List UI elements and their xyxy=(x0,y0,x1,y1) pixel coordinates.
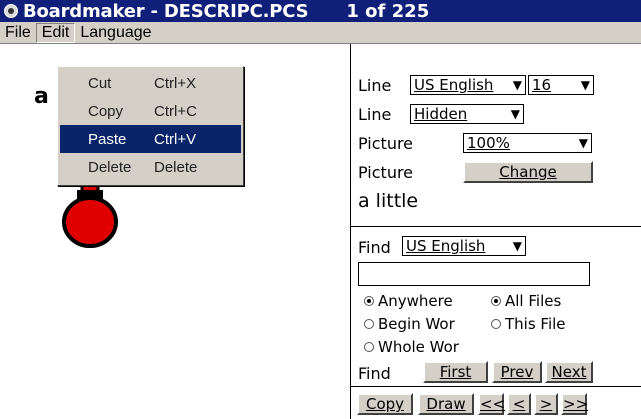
menu-item-copy[interactable]: Copy Ctrl+C xyxy=(60,97,241,125)
language-select[interactable]: US English ▼ xyxy=(410,75,526,95)
panel-divider xyxy=(350,44,351,419)
draw-button[interactable]: Draw xyxy=(418,393,474,415)
chevron-down-icon: ▼ xyxy=(580,78,590,92)
find-prev-button[interactable]: Prev xyxy=(492,361,542,383)
change-picture-button[interactable]: Change xyxy=(463,161,593,183)
symbol-caption: a little xyxy=(358,190,419,212)
radio-unselected-icon xyxy=(491,319,501,329)
menu-item-delete[interactable]: Delete Delete xyxy=(60,153,241,181)
panel-divider xyxy=(350,386,641,387)
app-icon[interactable] xyxy=(4,4,18,18)
symbol-letter: a xyxy=(34,84,49,109)
zoom-select[interactable]: 100% ▼ xyxy=(463,133,592,153)
window-title: Boardmaker - DESCRIPC.PCS xyxy=(23,0,309,22)
chevron-down-icon: ▼ xyxy=(512,239,522,253)
page-counter: 1 of 225 xyxy=(346,0,430,22)
radio-unselected-icon xyxy=(364,342,374,352)
line-style-label: Line xyxy=(358,105,392,124)
radio-selected-icon xyxy=(491,296,501,306)
radio-selected-icon xyxy=(364,296,374,306)
find-nav-label: Find xyxy=(358,364,391,383)
menu-edit[interactable]: Edit xyxy=(35,22,76,43)
title-bar: Boardmaker - DESCRIPC.PCS 1 of 225 xyxy=(0,0,641,22)
line-style-select[interactable]: Hidden ▼ xyxy=(410,104,524,124)
next-page-button[interactable]: > xyxy=(534,393,558,415)
radio-whole-word[interactable]: Whole Wor xyxy=(364,338,459,356)
picture-change-label: Picture xyxy=(358,163,414,182)
edit-menu-dropdown: Cut Ctrl+X Copy Ctrl+C Paste Ctrl+V Dele… xyxy=(57,66,244,186)
radio-all-files[interactable]: All Files xyxy=(491,292,561,310)
find-first-button[interactable]: First xyxy=(423,361,488,383)
find-label: Find xyxy=(358,238,391,257)
line-label: Line xyxy=(358,76,392,95)
menu-bar: File Edit Language xyxy=(0,22,641,44)
menu-file[interactable]: File xyxy=(0,23,36,43)
panel-divider xyxy=(350,226,641,227)
picture-zoom-label: Picture xyxy=(358,134,414,153)
chevron-down-icon: ▼ xyxy=(512,78,522,92)
radio-unselected-icon xyxy=(364,319,374,329)
radio-this-file[interactable]: This File xyxy=(491,315,566,333)
menu-item-cut[interactable]: Cut Ctrl+X xyxy=(60,69,241,97)
menu-language[interactable]: Language xyxy=(75,23,156,43)
find-input[interactable] xyxy=(358,262,590,286)
first-page-button[interactable]: << xyxy=(478,393,505,415)
menu-item-paste[interactable]: Paste Ctrl+V xyxy=(60,125,241,153)
chevron-down-icon: ▼ xyxy=(578,136,588,150)
font-size-select[interactable]: 16 ▼ xyxy=(528,75,594,95)
radio-anywhere[interactable]: Anywhere xyxy=(364,292,453,310)
radio-begin-word[interactable]: Begin Wor xyxy=(364,315,455,333)
copy-button[interactable]: Copy xyxy=(357,393,413,415)
last-page-button[interactable]: >> xyxy=(561,393,588,415)
find-next-button[interactable]: Next xyxy=(545,361,593,383)
prev-page-button[interactable]: < xyxy=(507,393,531,415)
chevron-down-icon: ▼ xyxy=(510,107,520,121)
find-language-select[interactable]: US English ▼ xyxy=(402,236,526,256)
